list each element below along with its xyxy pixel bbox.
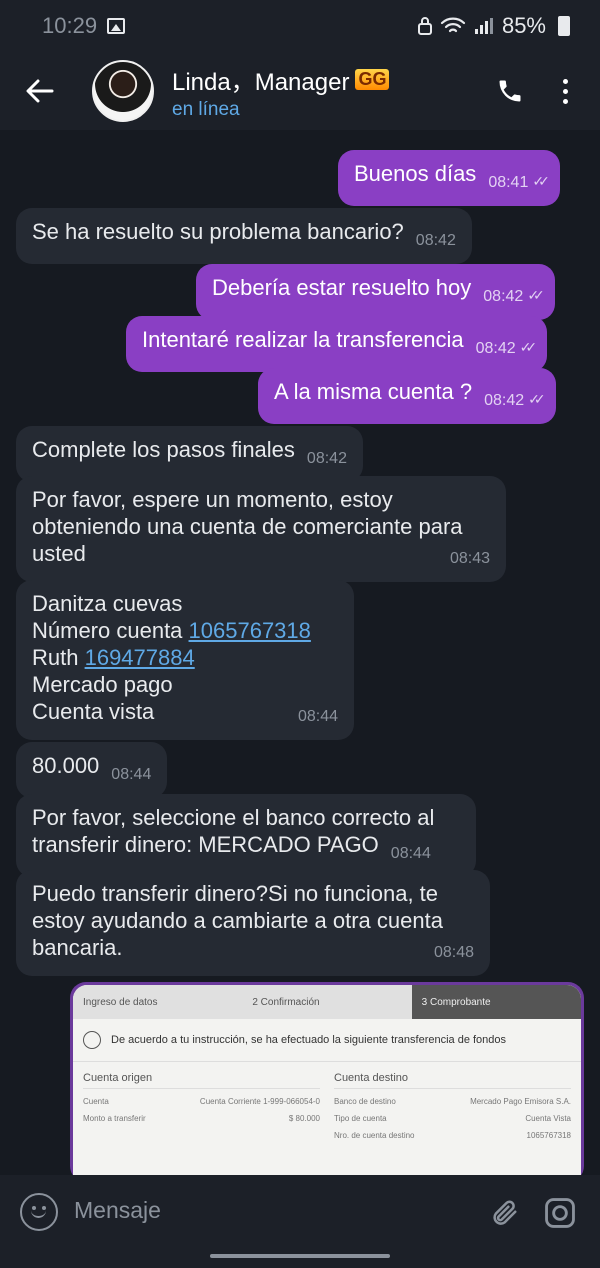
double-check-icon: ✓✓ xyxy=(519,339,538,355)
destination-account-section: Cuenta destino Banco de destino Mercado P… xyxy=(334,1072,571,1140)
attach-button[interactable] xyxy=(484,1193,524,1233)
double-check-icon: ✓✓ xyxy=(532,173,550,189)
status-time: 10:29 xyxy=(42,13,98,38)
message-incoming[interactable]: Complete los pasos finales 08:42 xyxy=(16,426,363,482)
contact-badge: GG xyxy=(355,68,390,90)
camera-icon xyxy=(545,1198,575,1228)
wifi-icon xyxy=(440,17,466,33)
chat-header: Linda，Manager GG en línea xyxy=(0,52,600,130)
battery-percent: 85% xyxy=(501,13,546,38)
status-bar: 10:29 85% xyxy=(0,0,600,52)
phone-number-link[interactable]: 169477884 xyxy=(85,645,195,670)
contact-name: Linda，Manager xyxy=(172,68,350,96)
paperclip-icon xyxy=(493,1200,517,1225)
more-options-button[interactable] xyxy=(550,69,580,113)
image-attachment[interactable]: Ingreso de datos 2 Confirmación 3 Compro… xyxy=(70,982,584,1175)
message-outgoing[interactable]: A la misma cuenta ? 08:42 ✓✓ xyxy=(258,368,556,424)
double-check-icon: ✓✓ xyxy=(527,287,545,303)
message-incoming[interactable]: Danitza cuevas Número cuenta 1065767318 … xyxy=(16,580,354,740)
double-check-icon: ✓✓ xyxy=(528,391,546,407)
contact-status: en línea xyxy=(172,98,240,120)
origin-account-section: Cuenta origen Cuenta Cuenta Corriente 1-9… xyxy=(83,1072,320,1123)
call-button[interactable] xyxy=(488,69,532,113)
check-circle-icon xyxy=(83,1031,101,1049)
back-button[interactable] xyxy=(20,71,60,111)
arrow-left-icon xyxy=(26,79,54,103)
message-incoming[interactable]: 80.000 08:44 xyxy=(16,742,168,798)
transfer-receipt-image: Ingreso de datos 2 Confirmación 3 Compro… xyxy=(73,985,581,1175)
message-outgoing[interactable]: Buenos días 08:41 ✓✓ xyxy=(338,150,560,206)
message-incoming[interactable]: Se ha resuelto su problema bancario? 08:4… xyxy=(16,208,472,264)
account-number-link[interactable]: 1065767318 xyxy=(189,618,311,643)
gallery-notification-icon xyxy=(107,18,126,34)
message-list: Buenos días 08:41 ✓✓ Se ha resuelto su pro… xyxy=(0,130,600,1175)
emoji-icon[interactable] xyxy=(20,1193,58,1231)
receipt-notice: De acuerdo a tu instrucción, se ha efect… xyxy=(73,1019,581,1062)
phone-icon xyxy=(499,80,521,102)
signal-icon xyxy=(474,18,493,34)
message-incoming[interactable]: Por favor, espere un momento, estoy obte… xyxy=(16,476,506,582)
avatar[interactable] xyxy=(92,60,154,122)
message-input[interactable] xyxy=(74,1193,468,1224)
message-outgoing[interactable]: Debería estar resuelto hoy 08:42 ✓✓ xyxy=(196,264,555,320)
message-incoming[interactable]: Puedo transferir dinero?Si no funciona, … xyxy=(16,870,490,976)
battery-icon xyxy=(558,16,570,36)
message-incoming[interactable]: Por favor, seleccione el banco correcto … xyxy=(16,794,476,877)
camera-button[interactable] xyxy=(540,1193,580,1233)
receipt-steps: Ingreso de datos 2 Confirmación 3 Compro… xyxy=(73,985,581,1019)
message-outgoing[interactable]: Intentaré realizar la transferencia 08:42… xyxy=(126,316,548,372)
contact-info[interactable]: Linda，Manager GG en línea xyxy=(172,62,390,121)
lock-icon xyxy=(417,17,432,35)
gesture-navigation-bar xyxy=(210,1254,390,1258)
